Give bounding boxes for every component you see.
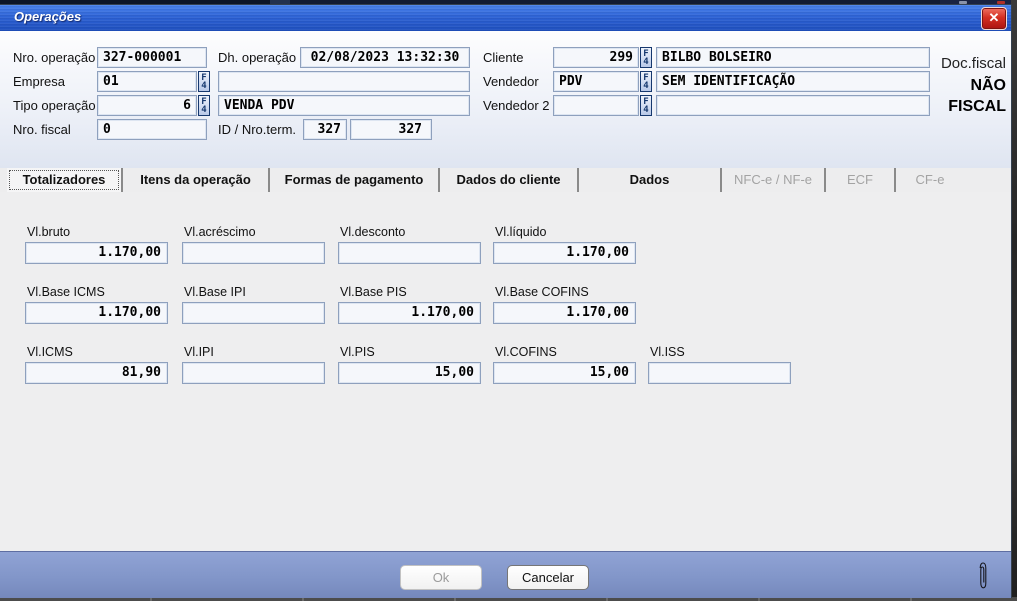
dialog-titlebar: Operações ✕ <box>0 5 1011 32</box>
tipo-operacao-label: Tipo operação <box>13 95 96 116</box>
tab-dados-do-cliente[interactable]: Dados do cliente <box>438 168 577 192</box>
vl-pis-field[interactable]: 15,00 <box>338 362 481 384</box>
nro-term-field[interactable]: 327 <box>350 119 432 140</box>
vl-base-icms-group: Vl.Base ICMS 1.170,00 <box>25 285 168 324</box>
nro-fiscal-field[interactable]: 0 <box>97 119 207 140</box>
doc-fiscal-label: Doc.fiscal <box>941 55 1006 72</box>
vl-icms-field[interactable]: 81,90 <box>25 362 168 384</box>
vl-bruto-label: Vl.bruto <box>25 225 168 240</box>
attachment-paperclip-icon[interactable] <box>977 561 989 591</box>
cliente-name-field[interactable]: BILBO BOLSEIRO <box>656 47 930 68</box>
empresa-f4-lookup-button[interactable]: F4 <box>198 71 210 92</box>
dialog-title: Operações <box>14 9 81 24</box>
vl-base-icms-label: Vl.Base ICMS <box>25 285 168 300</box>
vl-acrescimo-group: Vl.acréscimo <box>182 225 325 264</box>
vl-base-cofins-group: Vl.Base COFINS 1.170,00 <box>493 285 636 324</box>
empresa-desc-field[interactable] <box>218 71 470 92</box>
vl-liquido-field[interactable]: 1.170,00 <box>493 242 636 264</box>
tab-totalizadores[interactable]: Totalizadores <box>7 168 121 192</box>
vl-bruto-group: Vl.bruto 1.170,00 <box>25 225 168 264</box>
dh-operacao-label: Dh. operação <box>218 47 296 68</box>
id-field[interactable]: 327 <box>303 119 347 140</box>
vl-desconto-group: Vl.desconto <box>338 225 481 264</box>
vl-acrescimo-field[interactable] <box>182 242 325 264</box>
vl-icms-label: Vl.ICMS <box>25 345 168 360</box>
operation-header-form: Nro. operação 327-000001 Dh. operação 02… <box>0 31 1011 168</box>
operacoes-dialog: Operações ✕ Nro. operação 327-000001 Dh.… <box>0 5 1011 597</box>
vl-pis-label: Vl.PIS <box>338 345 481 360</box>
vl-base-icms-field[interactable]: 1.170,00 <box>25 302 168 324</box>
vl-cofins-group: Vl.COFINS 15,00 <box>493 345 636 384</box>
vendedor2-name-field[interactable] <box>656 95 930 116</box>
doc-fiscal-value: NÃO FISCAL <box>948 75 1006 117</box>
cancel-button[interactable]: Cancelar <box>507 565 589 590</box>
vl-bruto-field[interactable]: 1.170,00 <box>25 242 168 264</box>
tipo-operacao-field[interactable]: 6 <box>97 95 197 116</box>
tab-dados-complementares[interactable]: Dados complementares <box>577 168 720 192</box>
vl-acrescimo-label: Vl.acréscimo <box>182 225 325 240</box>
vl-base-cofins-field[interactable]: 1.170,00 <box>493 302 636 324</box>
background-window-icon <box>959 1 967 4</box>
tab-itens-da-operacao[interactable]: Itens da operação <box>121 168 268 192</box>
vl-base-pis-group: Vl.Base PIS 1.170,00 <box>338 285 481 324</box>
dialog-footer: Ok Cancelar <box>0 551 1011 598</box>
vl-base-ipi-label: Vl.Base IPI <box>182 285 325 300</box>
vl-pis-group: Vl.PIS 15,00 <box>338 345 481 384</box>
vl-cofins-label: Vl.COFINS <box>493 345 636 360</box>
close-icon[interactable]: ✕ <box>981 7 1007 30</box>
vl-base-ipi-group: Vl.Base IPI <box>182 285 325 324</box>
cliente-code-field[interactable]: 299 <box>553 47 639 68</box>
vendedor2-f4-lookup-button[interactable]: F4 <box>640 95 652 116</box>
empresa-field[interactable]: 01 <box>97 71 197 92</box>
vl-base-pis-field[interactable]: 1.170,00 <box>338 302 481 324</box>
totalizadores-panel: Vl.bruto 1.170,00 Vl.acréscimo Vl.descon… <box>0 192 1011 551</box>
nro-fiscal-label: Nro. fiscal <box>13 119 71 140</box>
vendedor-name-field[interactable]: SEM IDENTIFICAÇÃO <box>656 71 930 92</box>
vendedor-f4-lookup-button[interactable]: F4 <box>640 71 652 92</box>
vl-iss-label: Vl.ISS <box>648 345 791 360</box>
vendedor2-code-field[interactable] <box>553 95 639 116</box>
vl-iss-group: Vl.ISS <box>648 345 791 384</box>
vl-base-cofins-label: Vl.Base COFINS <box>493 285 636 300</box>
vendedor2-label: Vendedor 2 <box>483 95 550 116</box>
vendedor-label: Vendedor <box>483 71 539 92</box>
tab-ecf: ECF <box>824 168 894 192</box>
tab-cfe: CF-e <box>894 168 964 192</box>
tab-nfce-nfe: NFC-e / NF-e <box>720 168 824 192</box>
vl-liquido-group: Vl.líquido 1.170,00 <box>493 225 636 264</box>
tipo-operacao-desc-field[interactable]: VENDA PDV <box>218 95 470 116</box>
nro-operacao-field[interactable]: 327-000001 <box>97 47 207 68</box>
vl-liquido-label: Vl.líquido <box>493 225 636 240</box>
vl-ipi-group: Vl.IPI <box>182 345 325 384</box>
vl-iss-field[interactable] <box>648 362 791 384</box>
dh-operacao-field[interactable]: 02/08/2023 13:32:30 <box>300 47 470 68</box>
ok-button[interactable]: Ok <box>400 565 482 590</box>
background-window-icon <box>997 1 1005 4</box>
vl-cofins-field[interactable]: 15,00 <box>493 362 636 384</box>
cliente-f4-lookup-button[interactable]: F4 <box>640 47 652 68</box>
vendedor-code-field[interactable]: PDV <box>553 71 639 92</box>
empresa-label: Empresa <box>13 71 65 92</box>
vl-desconto-field[interactable] <box>338 242 481 264</box>
desktop-right-strip <box>1011 0 1017 601</box>
tab-formas-de-pagamento[interactable]: Formas de pagamento <box>268 168 438 192</box>
nro-operacao-label: Nro. operação <box>13 47 95 68</box>
id-term-label: ID / Nro.term. <box>218 119 296 140</box>
vl-icms-group: Vl.ICMS 81,90 <box>25 345 168 384</box>
tipo-operacao-f4-lookup-button[interactable]: F4 <box>198 95 210 116</box>
vl-desconto-label: Vl.desconto <box>338 225 481 240</box>
vl-ipi-label: Vl.IPI <box>182 345 325 360</box>
vl-base-pis-label: Vl.Base PIS <box>338 285 481 300</box>
vl-base-ipi-field[interactable] <box>182 302 325 324</box>
tab-strip: Totalizadores Itens da operação Formas d… <box>0 168 1011 192</box>
cliente-label: Cliente <box>483 47 523 68</box>
vl-ipi-field[interactable] <box>182 362 325 384</box>
